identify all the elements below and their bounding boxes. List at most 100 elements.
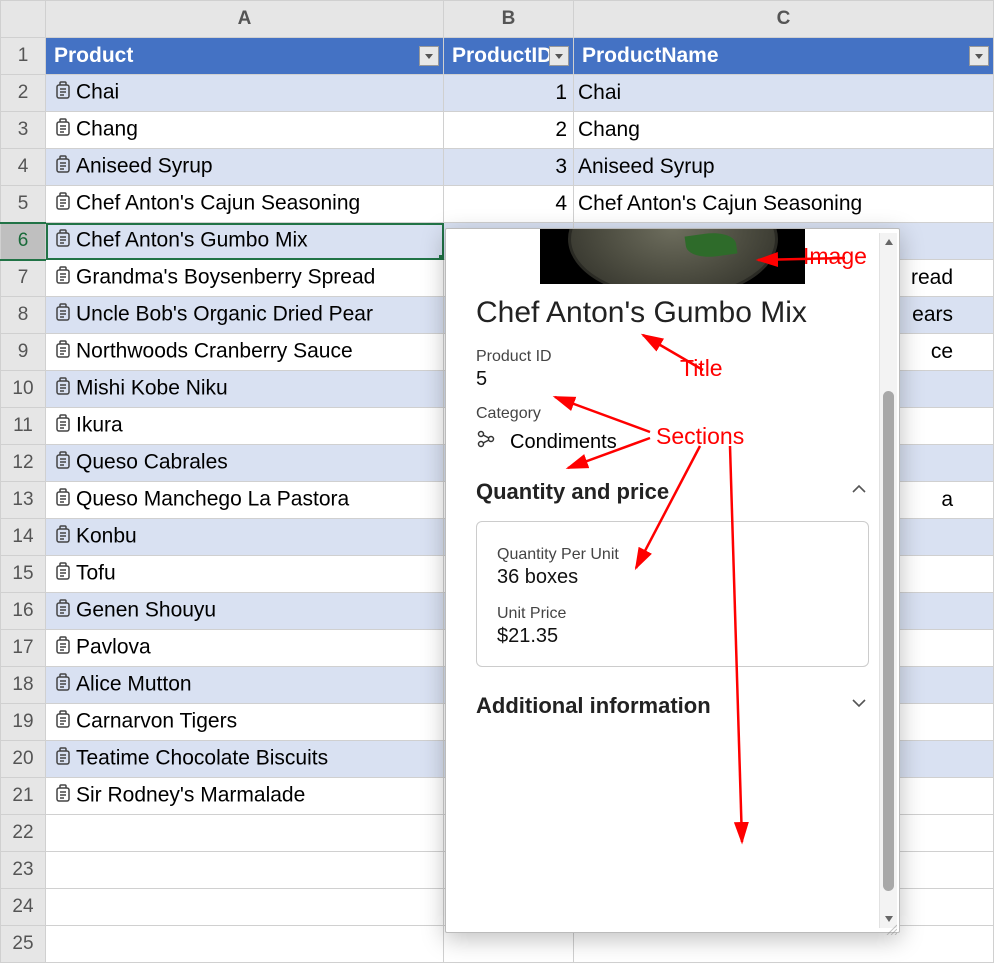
cell-productname[interactable]: Chai xyxy=(574,75,994,112)
row-number[interactable]: 14 xyxy=(1,519,46,556)
row-number[interactable]: 15 xyxy=(1,556,46,593)
row-number[interactable]: 25 xyxy=(1,926,46,963)
record-icon xyxy=(54,154,72,180)
row-number[interactable]: 6 xyxy=(1,223,46,260)
row-number[interactable]: 7 xyxy=(1,260,46,297)
cell-text: ears xyxy=(912,303,953,326)
cell-product[interactable]: Alice Mutton xyxy=(46,667,444,704)
row-number[interactable]: 23 xyxy=(1,852,46,889)
cell-productid[interactable]: 2 xyxy=(444,112,574,149)
col-letter-a[interactable]: A xyxy=(46,1,444,38)
cell-product[interactable]: Genen Shouyu xyxy=(46,593,444,630)
cell-text: ce xyxy=(931,340,953,363)
card-scrollbar[interactable] xyxy=(879,233,897,928)
record-icon xyxy=(54,302,72,328)
filter-dropdown-productname[interactable] xyxy=(969,46,989,66)
empty-cell[interactable] xyxy=(46,852,444,889)
cell-text: read xyxy=(911,266,953,289)
row-number[interactable]: 11 xyxy=(1,408,46,445)
cell-productname[interactable]: Chef Anton's Cajun Seasoning xyxy=(574,186,994,223)
cell-productid[interactable]: 3 xyxy=(444,149,574,186)
cell-product[interactable]: Grandma's Boysenberry Spread xyxy=(46,260,444,297)
cell-text: Queso Manchego La Pastora xyxy=(76,488,349,511)
linked-record-icon xyxy=(476,429,496,455)
cell-product[interactable]: Aniseed Syrup xyxy=(46,149,444,186)
row-number[interactable]: 19 xyxy=(1,704,46,741)
empty-cell[interactable] xyxy=(46,889,444,926)
filter-dropdown-product[interactable] xyxy=(419,46,439,66)
cell-productid[interactable]: 1 xyxy=(444,75,574,112)
cell-product[interactable]: Pavlova xyxy=(46,630,444,667)
scroll-track[interactable] xyxy=(880,251,897,910)
cell-text: 2 xyxy=(555,118,567,141)
row-number[interactable]: 4 xyxy=(1,149,46,186)
cell-product[interactable]: Konbu xyxy=(46,519,444,556)
section-header-additional[interactable]: Additional information xyxy=(476,693,869,719)
cell-product[interactable]: Northwoods Cranberry Sauce xyxy=(46,334,444,371)
header-label: Product xyxy=(54,44,133,67)
cell-text: Chang xyxy=(76,118,138,141)
table-header[interactable]: Product xyxy=(46,38,444,75)
cell-product[interactable]: Ikura xyxy=(46,408,444,445)
cell-text: Ikura xyxy=(76,414,123,437)
row-number[interactable]: 13 xyxy=(1,482,46,519)
cell-product[interactable]: Chef Anton's Cajun Seasoning xyxy=(46,186,444,223)
cell-product[interactable]: Tofu xyxy=(46,556,444,593)
record-icon xyxy=(54,672,72,698)
row-number[interactable]: 18 xyxy=(1,667,46,704)
empty-cell[interactable] xyxy=(46,815,444,852)
cell-product[interactable]: Queso Cabrales xyxy=(46,445,444,482)
row-number[interactable]: 9 xyxy=(1,334,46,371)
record-icon xyxy=(54,265,72,291)
section-title-additional: Additional information xyxy=(476,693,711,719)
row-number[interactable]: 12 xyxy=(1,445,46,482)
cell-text: Mishi Kobe Niku xyxy=(76,377,228,400)
cell-product[interactable]: Queso Manchego La Pastora xyxy=(46,482,444,519)
cell-product[interactable]: Teatime Chocolate Biscuits xyxy=(46,741,444,778)
row-number[interactable]: 20 xyxy=(1,741,46,778)
row-number[interactable]: 3 xyxy=(1,112,46,149)
section-header-qty-price[interactable]: Quantity and price xyxy=(476,479,869,505)
cell-product[interactable]: Chai xyxy=(46,75,444,112)
cell-product[interactable]: Uncle Bob's Organic Dried Pear xyxy=(46,297,444,334)
cell-text: Aniseed Syrup xyxy=(76,155,213,178)
col-letter-b[interactable]: B xyxy=(444,1,574,38)
cell-product[interactable]: Chang xyxy=(46,112,444,149)
row-number[interactable]: 8 xyxy=(1,297,46,334)
row-number[interactable]: 10 xyxy=(1,371,46,408)
field-value-qtyperunit: 36 boxes xyxy=(497,566,848,589)
row-number[interactable]: 1 xyxy=(1,38,46,75)
cell-text: Chang xyxy=(578,118,640,141)
resize-handle-icon[interactable] xyxy=(885,918,897,930)
row-number[interactable]: 22 xyxy=(1,815,46,852)
cell-product[interactable]: Mishi Kobe Niku xyxy=(46,371,444,408)
row-number[interactable]: 17 xyxy=(1,630,46,667)
card-image xyxy=(540,229,805,284)
filter-dropdown-productid[interactable] xyxy=(549,46,569,66)
cell-product[interactable]: Sir Rodney's Marmalade xyxy=(46,778,444,815)
cell-text: Chai xyxy=(578,81,621,104)
cell-product[interactable]: Chef Anton's Gumbo Mix xyxy=(46,223,444,260)
cell-productname[interactable]: Chang xyxy=(574,112,994,149)
scroll-up-icon[interactable] xyxy=(880,233,898,251)
select-all-corner[interactable] xyxy=(1,1,46,38)
scroll-thumb[interactable] xyxy=(883,391,894,891)
cell-productname[interactable]: Aniseed Syrup xyxy=(574,149,994,186)
row-number[interactable]: 5 xyxy=(1,186,46,223)
cell-productid[interactable]: 4 xyxy=(444,186,574,223)
cell-text: Alice Mutton xyxy=(76,673,192,696)
row-number[interactable]: 21 xyxy=(1,778,46,815)
table-header[interactable]: ProductID xyxy=(444,38,574,75)
cell-product[interactable]: Carnarvon Tigers xyxy=(46,704,444,741)
record-icon xyxy=(54,598,72,624)
record-icon xyxy=(54,524,72,550)
row-number[interactable]: 16 xyxy=(1,593,46,630)
field-label-category: Category xyxy=(476,405,869,423)
row-number[interactable]: 24 xyxy=(1,889,46,926)
col-letter-c[interactable]: C xyxy=(574,1,994,38)
row-number[interactable]: 2 xyxy=(1,75,46,112)
table-header[interactable]: ProductName xyxy=(574,38,994,75)
empty-cell[interactable] xyxy=(46,926,444,963)
header-label: ProductID xyxy=(452,44,552,67)
data-card-popup: Chef Anton's Gumbo Mix Product ID 5 Cate… xyxy=(445,228,900,933)
